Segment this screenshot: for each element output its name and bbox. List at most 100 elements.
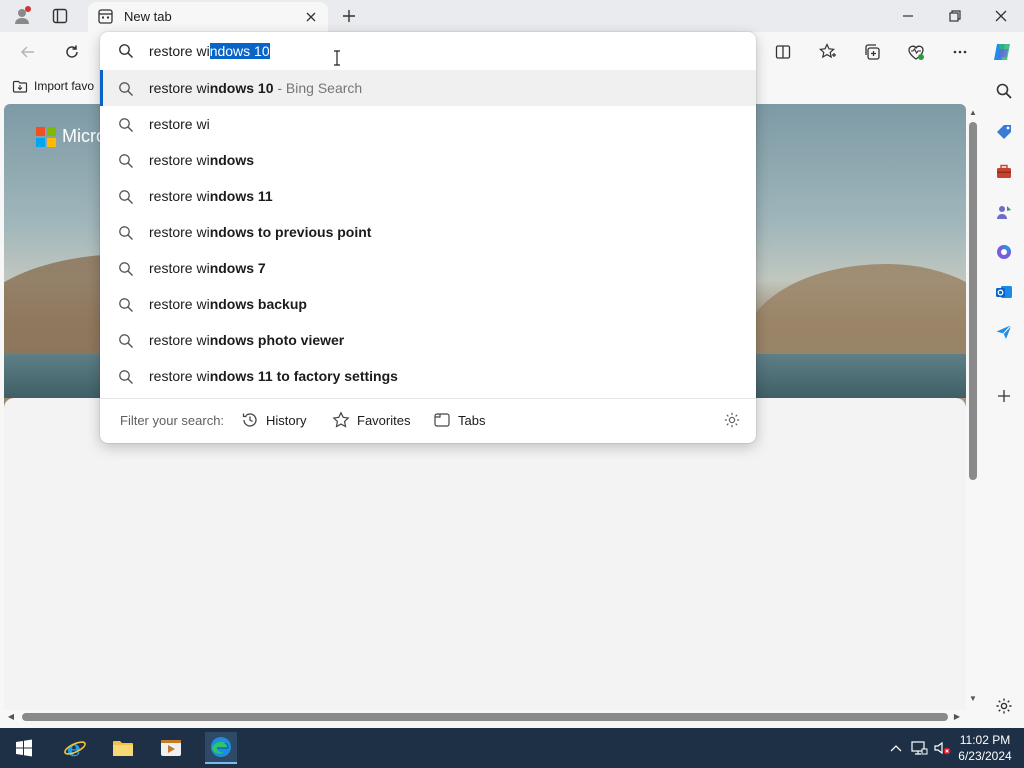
add-sidebar-app-icon[interactable] — [991, 383, 1017, 409]
horizontal-scrollbar[interactable]: ◀ ▶ — [4, 710, 966, 724]
clock-date: 6/23/2024 — [958, 749, 1012, 763]
suggestion-item[interactable]: restore windows 10 - Bing Search — [100, 70, 756, 106]
network-icon[interactable] — [909, 738, 929, 758]
minimize-button[interactable] — [894, 4, 922, 28]
filter-history-label: History — [266, 412, 307, 428]
autocomplete-selection: ndows 10 — [209, 43, 270, 59]
suggestion-item[interactable]: restore windows 7 — [100, 250, 756, 286]
address-bar[interactable]: restore windows 10 — [100, 32, 756, 70]
tab-new-tab[interactable]: New tab — [88, 2, 328, 32]
tab-actions-icon[interactable] — [49, 5, 71, 27]
suggestion-prefix: restore wi — [149, 296, 210, 312]
tabs-icon — [434, 413, 450, 427]
suggestion-completion: ndows 7 — [209, 260, 266, 276]
scroll-up-icon[interactable]: ▲ — [968, 108, 978, 118]
suggestion-prefix: restore wi — [149, 80, 210, 96]
suggestion-item[interactable]: restore wi — [100, 106, 756, 142]
address-bar-dropdown: restore windows 10 restore windows 10 - … — [100, 32, 756, 443]
internet-explorer-icon[interactable]: e — [59, 732, 91, 764]
back-button[interactable] — [15, 39, 41, 65]
suggestion-item[interactable]: restore windows backup — [100, 286, 756, 322]
favorites-icon[interactable] — [815, 39, 841, 65]
search-icon — [118, 189, 134, 210]
search-icon — [118, 333, 134, 354]
suggestion-item[interactable]: restore windows photo viewer — [100, 322, 756, 358]
filter-history-button[interactable]: History — [241, 411, 306, 429]
suggestion-completion: ndows 10 — [209, 80, 274, 96]
search-filter-bar: Filter your search: History Favorites Ta… — [100, 399, 756, 443]
vertical-scrollbar[interactable]: ▲ ▼ — [966, 104, 980, 710]
suggestion-item[interactable]: restore windows — [100, 142, 756, 178]
send-icon[interactable] — [991, 319, 1017, 345]
suggestion-prefix: restore wi — [149, 260, 210, 276]
scroll-left-icon[interactable]: ◀ — [6, 712, 16, 722]
collections-icon[interactable] — [859, 39, 885, 65]
browser-essentials-icon[interactable] — [903, 39, 929, 65]
suggestion-prefix: restore wi — [149, 224, 210, 240]
sidebar-settings-icon[interactable] — [991, 693, 1017, 719]
history-icon — [242, 413, 257, 427]
search-icon — [118, 225, 134, 246]
suggestion-prefix: restore wi — [149, 152, 210, 168]
filter-tabs-button[interactable]: Tabs — [433, 411, 485, 429]
restore-button[interactable] — [941, 4, 969, 28]
suggestion-hint: - Bing Search — [273, 80, 363, 96]
title-bar: New tab — [0, 0, 1024, 32]
new-tab-button[interactable] — [338, 5, 360, 27]
show-hidden-icons-icon[interactable] — [886, 738, 906, 758]
suggestion-prefix: restore wi — [149, 188, 210, 204]
start-button[interactable] — [8, 732, 40, 764]
suggestion-prefix: restore wi — [149, 116, 210, 132]
close-window-button[interactable] — [987, 4, 1015, 28]
system-clock[interactable]: 11:02 PM 6/23/2024 — [952, 732, 1018, 764]
horizontal-scroll-thumb[interactable] — [22, 713, 948, 721]
microsoft-logo: Micro — [36, 126, 106, 147]
scroll-right-icon[interactable]: ▶ — [952, 712, 962, 722]
new-tab-icon — [98, 9, 113, 29]
refresh-button[interactable] — [59, 39, 85, 65]
profile-icon[interactable] — [11, 5, 33, 27]
tab-close-icon[interactable] — [302, 8, 320, 26]
sidebar — [984, 70, 1024, 728]
games-icon[interactable] — [991, 199, 1017, 225]
search-icon — [118, 43, 134, 64]
search-sidebar-icon[interactable] — [991, 78, 1017, 104]
suggestion-completion: ndows — [209, 152, 255, 168]
search-icon — [118, 153, 134, 174]
volume-muted-icon[interactable] — [932, 738, 952, 758]
copilot-icon[interactable] — [989, 39, 1015, 65]
outlook-icon[interactable] — [991, 279, 1017, 305]
split-screen-icon[interactable] — [770, 39, 796, 65]
import-icon — [12, 80, 28, 93]
suggestion-item[interactable]: restore windows to previous point — [100, 214, 756, 250]
scroll-down-icon[interactable]: ▼ — [968, 694, 978, 704]
suggestion-completion: ndows backup — [209, 296, 307, 312]
import-favorites-link[interactable]: Import favo — [12, 78, 94, 94]
vertical-scroll-thumb[interactable] — [969, 122, 977, 480]
address-input[interactable]: restore windows 10 — [149, 43, 270, 59]
tools-icon[interactable] — [991, 159, 1017, 185]
shopping-icon[interactable] — [991, 119, 1017, 145]
search-settings-icon[interactable] — [723, 411, 741, 434]
feed-area — [4, 398, 966, 710]
filter-favorites-label: Favorites — [357, 412, 411, 428]
suggestion-item[interactable]: restore windows 11 to factory settings — [100, 358, 756, 394]
file-explorer-icon[interactable] — [107, 732, 139, 764]
filter-favorites-button[interactable]: Favorites — [332, 411, 410, 429]
edge-taskbar-icon[interactable] — [205, 732, 237, 764]
media-player-icon[interactable] — [155, 732, 187, 764]
suggestion-prefix: restore wi — [149, 368, 210, 384]
search-icon — [118, 261, 134, 282]
typed-text: restore wi — [149, 43, 210, 59]
text-cursor-icon — [332, 50, 342, 71]
search-icon — [118, 81, 134, 102]
search-icon — [118, 297, 134, 318]
more-options-icon[interactable] — [947, 39, 973, 65]
suggestion-completion: ndows 11 to factory settings — [209, 368, 398, 384]
windows-icon — [16, 739, 32, 757]
import-favorites-label: Import favo — [34, 79, 95, 93]
suggestion-item[interactable]: restore windows 11 — [100, 178, 756, 214]
filter-tabs-label: Tabs — [458, 412, 486, 428]
microsoft-365-icon[interactable] — [991, 239, 1017, 265]
suggestion-completion: ndows 11 — [209, 188, 273, 204]
